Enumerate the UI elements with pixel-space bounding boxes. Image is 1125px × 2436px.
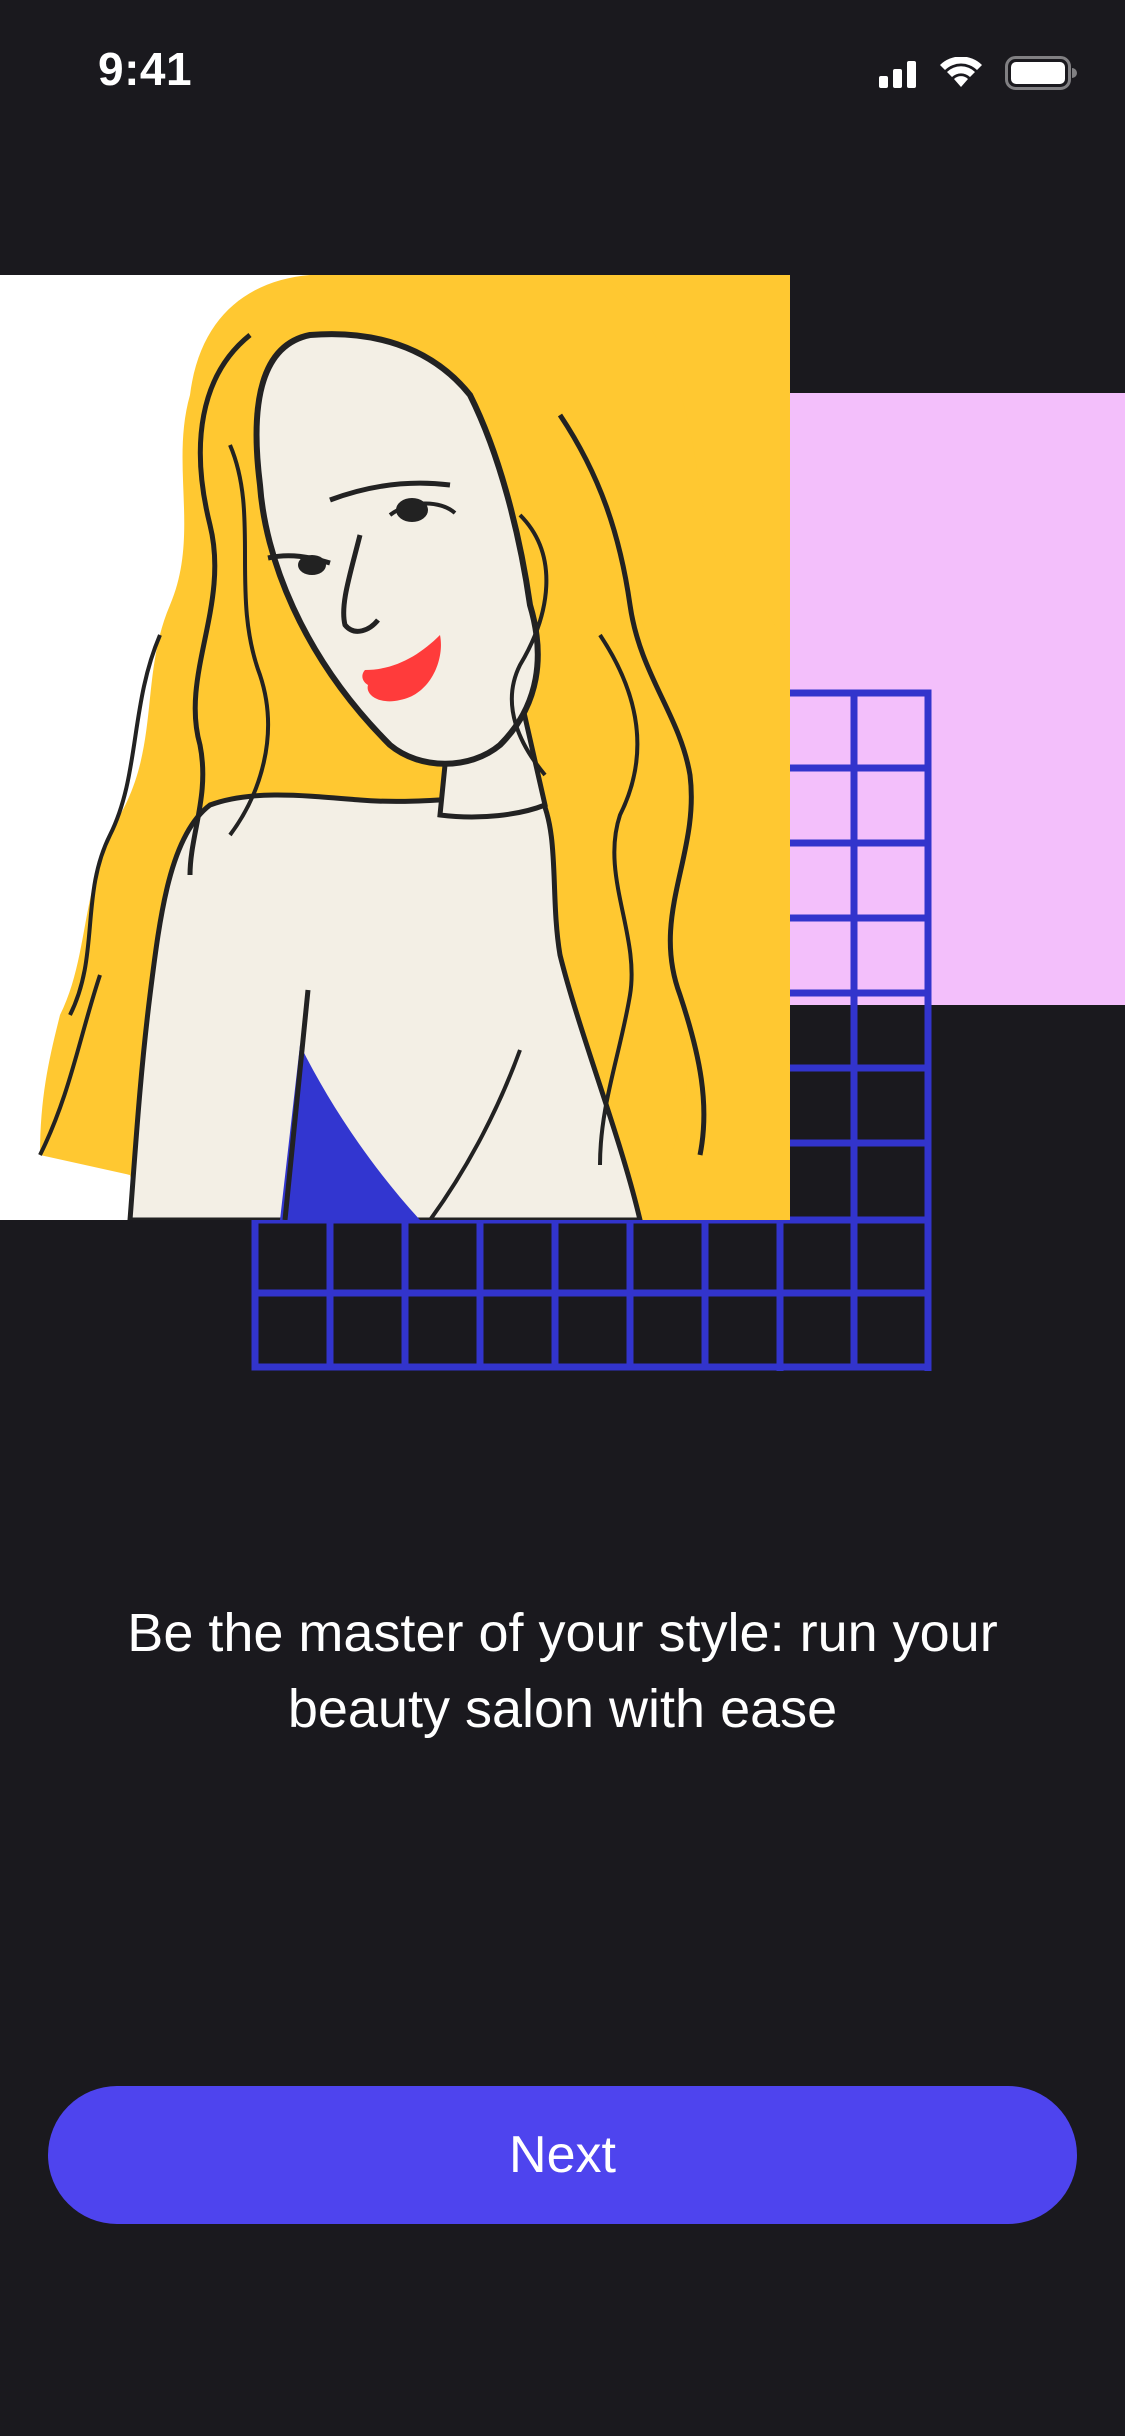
status-bar: 9:41 bbox=[0, 0, 1125, 140]
signal-icon bbox=[879, 61, 916, 88]
battery-icon bbox=[1005, 56, 1077, 90]
portrait-card bbox=[0, 275, 790, 1220]
status-time: 9:41 bbox=[98, 43, 193, 95]
onboarding-illustration bbox=[0, 275, 1125, 1375]
next-button[interactable]: Next bbox=[48, 2086, 1077, 2224]
wifi-icon bbox=[940, 57, 982, 87]
woman-portrait-illustration bbox=[38, 275, 790, 1220]
onboarding-headline: Be the master of your style: run your be… bbox=[127, 1603, 998, 1739]
status-icons bbox=[879, 56, 1077, 90]
